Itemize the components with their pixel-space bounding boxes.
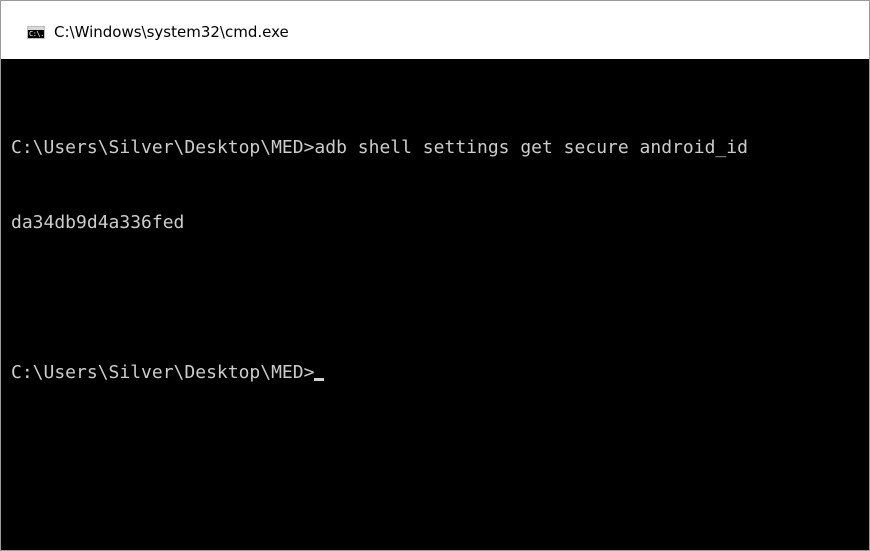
- console-line-prompt: C:\Users\Silver\Desktop\MED>: [11, 360, 869, 385]
- text-cursor: [314, 378, 325, 381]
- console-line-output: da34db9d4a336fed: [11, 212, 185, 233]
- title-bar[interactable]: C:\. C:\Windows\system32\cmd.exe: [1, 1, 869, 59]
- prompt-text: C:\Users\Silver\Desktop\MED>: [11, 362, 315, 383]
- cmd-window: C:\. C:\Windows\system32\cmd.exe C:\User…: [0, 0, 870, 551]
- console-line-command: C:\Users\Silver\Desktop\MED>adb shell se…: [11, 137, 748, 158]
- window-title: C:\Windows\system32\cmd.exe: [54, 23, 289, 41]
- console-output[interactable]: C:\Users\Silver\Desktop\MED>adb shell se…: [1, 59, 869, 550]
- cmd-icon: C:\.: [27, 26, 45, 39]
- cmd-icon-glyph: C:\.: [29, 30, 44, 38]
